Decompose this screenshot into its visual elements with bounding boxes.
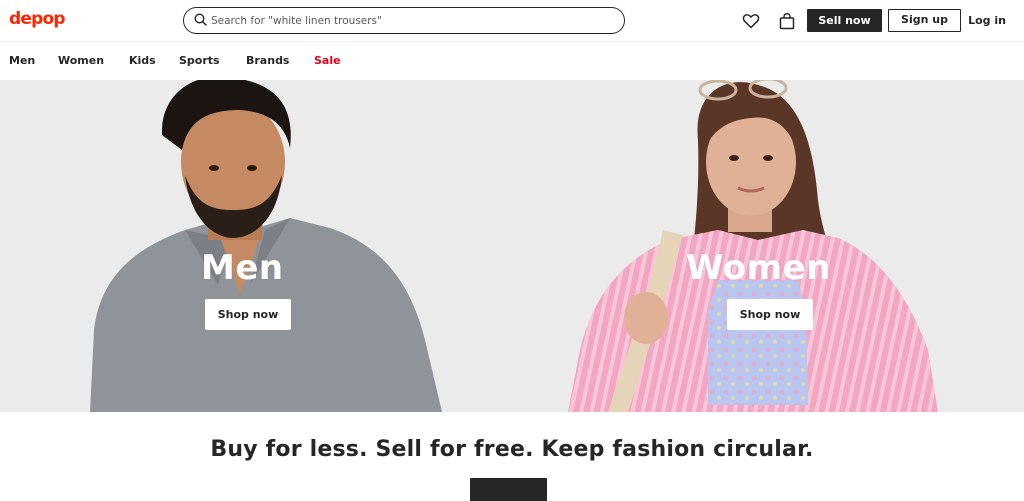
depop-logo[interactable]: depop <box>9 9 66 29</box>
sign-up-button[interactable]: Sign up <box>888 9 961 32</box>
men-model-image <box>90 80 442 412</box>
nav-item-men[interactable]: Men <box>9 54 35 67</box>
hero-men-title: Men <box>201 248 284 288</box>
heart-icon[interactable] <box>741 11 761 31</box>
sell-now-button[interactable]: Sell now <box>807 9 882 32</box>
hero-banner: Men Shop now Women Shop now <box>0 80 1024 412</box>
nav-item-sports[interactable]: Sports <box>179 54 220 67</box>
search-bar[interactable] <box>183 7 625 34</box>
hero-women-panel[interactable]: Women Shop now <box>568 80 938 412</box>
tagline-heading: Buy for less. Sell for free. Keep fashio… <box>210 437 814 462</box>
hero-men-panel[interactable]: Men Shop now <box>90 80 445 412</box>
cta-button-partial[interactable] <box>470 478 547 501</box>
nav-item-women[interactable]: Women <box>58 54 104 67</box>
log-in-link[interactable]: Log in <box>966 9 1008 32</box>
nav-item-kids[interactable]: Kids <box>129 54 156 67</box>
women-model-image <box>568 80 938 412</box>
shop-men-button[interactable]: Shop now <box>205 299 291 330</box>
nav-item-brands[interactable]: Brands <box>246 54 289 67</box>
site-header: depop Sell now Sign up Log in <box>0 0 1024 42</box>
search-icon <box>194 13 207 26</box>
shop-women-button[interactable]: Shop now <box>727 299 813 330</box>
nav-item-sale[interactable]: Sale <box>314 54 341 67</box>
shopping-bag-icon[interactable] <box>777 11 797 31</box>
search-input[interactable] <box>211 10 611 31</box>
category-nav: Men Women Kids Sports Brands Sale <box>0 43 1024 80</box>
hero-women-title: Women <box>686 248 831 288</box>
